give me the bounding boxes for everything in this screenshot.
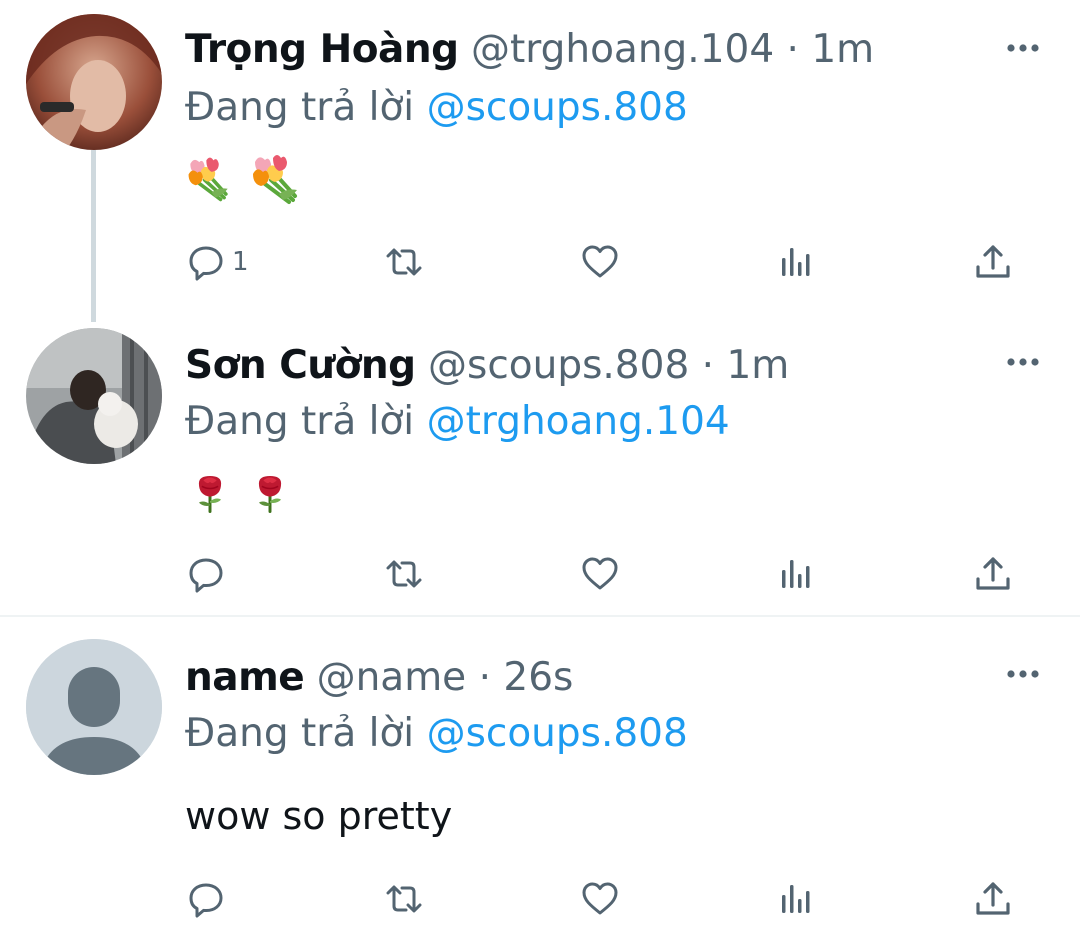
replying-to: Đang trả lời @scoups.808 bbox=[185, 82, 688, 134]
tweet-header: Trọng Hoàng @trghoang.104 · 1m bbox=[185, 24, 874, 76]
replying-to-label: Đang trả lời bbox=[185, 399, 415, 444]
tweet-actions bbox=[0, 544, 1080, 604]
replying-to: Đang trả lời @trghoang.104 bbox=[185, 396, 730, 448]
user-handle[interactable]: @scoups.808 bbox=[428, 343, 689, 388]
display-name[interactable]: Trọng Hoàng bbox=[185, 27, 459, 72]
mention-link[interactable]: @trghoang.104 bbox=[427, 399, 730, 444]
rose-emoji bbox=[250, 466, 290, 520]
share-button[interactable] bbox=[973, 869, 1013, 929]
retweet-icon bbox=[384, 242, 424, 282]
tweet-content bbox=[185, 152, 303, 206]
heart-icon bbox=[580, 554, 620, 594]
more-options-icon[interactable] bbox=[1003, 352, 1043, 372]
reply-button[interactable] bbox=[186, 869, 232, 929]
share-icon bbox=[973, 242, 1013, 282]
separator-dot: · bbox=[701, 343, 715, 388]
mention-link[interactable]: @scoups.808 bbox=[427, 711, 688, 756]
tweet-header: Sơn Cường @scoups.808 · 1m bbox=[185, 340, 789, 392]
like-button[interactable] bbox=[580, 232, 620, 292]
more-options-icon[interactable] bbox=[1003, 664, 1043, 684]
views-icon bbox=[777, 242, 817, 282]
timestamp[interactable]: 1m bbox=[726, 343, 789, 388]
tweet[interactable]: name @name · 26s Đang trả lời @scoups.80… bbox=[0, 617, 1080, 941]
retweet-icon bbox=[384, 554, 424, 594]
reply-icon bbox=[186, 879, 226, 919]
tweet[interactable]: Sơn Cường @scoups.808 · 1m Đang trả lời … bbox=[0, 320, 1080, 616]
share-icon bbox=[973, 554, 1013, 594]
separator-dot: · bbox=[786, 27, 799, 72]
reply-icon bbox=[186, 242, 226, 282]
tweet-actions bbox=[0, 869, 1080, 929]
views-button[interactable] bbox=[777, 869, 817, 929]
user-handle[interactable]: @name bbox=[317, 655, 467, 700]
display-name[interactable]: Sơn Cường bbox=[185, 343, 416, 388]
tweet[interactable]: Trọng Hoàng @trghoang.104 · 1m Đang trả … bbox=[0, 0, 1080, 320]
retweet-button[interactable] bbox=[384, 232, 424, 292]
views-button[interactable] bbox=[777, 232, 817, 292]
replying-to-label: Đang trả lời bbox=[185, 711, 415, 756]
tweet-header: name @name · 26s bbox=[185, 652, 573, 704]
views-icon bbox=[777, 554, 817, 594]
more-options-icon[interactable] bbox=[1003, 38, 1043, 58]
reply-button[interactable] bbox=[186, 544, 232, 604]
separator-dot: · bbox=[478, 655, 491, 700]
retweet-button[interactable] bbox=[384, 544, 424, 604]
replying-to-label: Đang trả lời bbox=[185, 85, 415, 130]
rose-emoji bbox=[190, 466, 230, 520]
views-icon bbox=[777, 879, 817, 919]
tweet-content bbox=[190, 466, 290, 520]
retweet-button[interactable] bbox=[384, 869, 424, 929]
default-avatar[interactable] bbox=[26, 639, 162, 775]
tulip-bouquet-emoji bbox=[249, 152, 303, 206]
share-button[interactable] bbox=[973, 232, 1013, 292]
heart-icon bbox=[580, 879, 620, 919]
tulip-bouquet-emoji bbox=[185, 152, 233, 206]
display-name[interactable]: name bbox=[185, 655, 305, 700]
reply-button[interactable]: 1 bbox=[186, 232, 249, 292]
like-button[interactable] bbox=[580, 869, 620, 929]
default-profile-icon bbox=[26, 639, 162, 775]
avatar[interactable] bbox=[26, 14, 162, 150]
retweet-icon bbox=[384, 879, 424, 919]
like-button[interactable] bbox=[580, 544, 620, 604]
reply-icon bbox=[186, 554, 226, 594]
user-handle[interactable]: @trghoang.104 bbox=[471, 27, 774, 72]
share-icon bbox=[973, 879, 1013, 919]
reply-count: 1 bbox=[232, 247, 249, 277]
replying-to: Đang trả lời @scoups.808 bbox=[185, 708, 688, 760]
avatar[interactable] bbox=[26, 328, 162, 464]
views-button[interactable] bbox=[777, 544, 817, 604]
timestamp[interactable]: 26s bbox=[503, 655, 573, 700]
heart-icon bbox=[580, 242, 620, 282]
timestamp[interactable]: 1m bbox=[811, 27, 874, 72]
mention-link[interactable]: @scoups.808 bbox=[427, 85, 688, 130]
tweet-actions: 1 bbox=[0, 232, 1080, 292]
share-button[interactable] bbox=[973, 544, 1013, 604]
tweet-text: wow so pretty bbox=[185, 794, 453, 838]
